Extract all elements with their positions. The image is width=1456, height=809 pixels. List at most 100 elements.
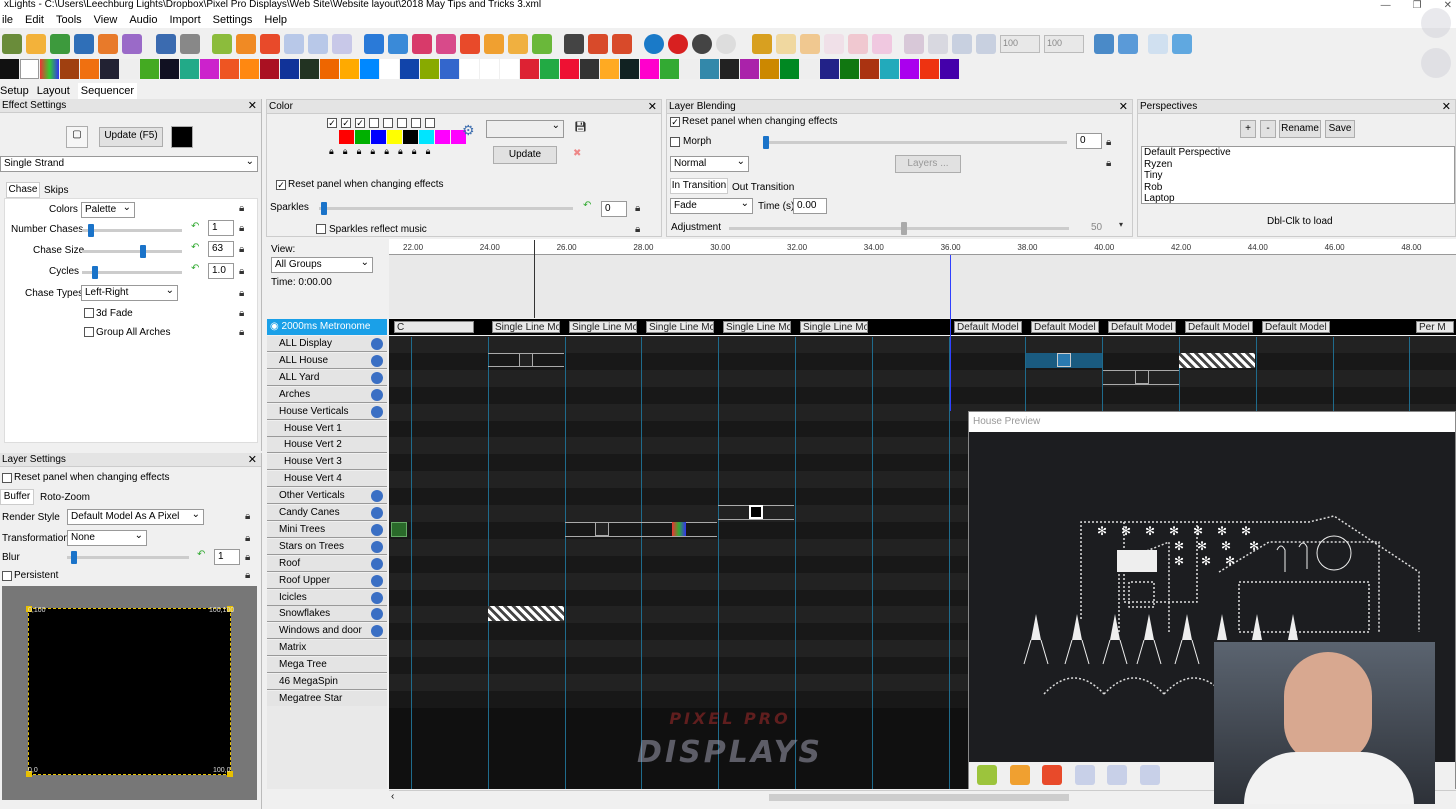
menu-edit[interactable]: Edit xyxy=(25,12,44,28)
effect-shockwave-icon[interactable] xyxy=(660,59,679,79)
effect-snowflakes-icon[interactable] xyxy=(700,59,719,79)
update-button[interactable]: Update (F5) xyxy=(99,127,163,147)
lock-icon[interactable]: 🔒︎ xyxy=(239,266,244,277)
play-icon[interactable] xyxy=(212,33,232,54)
timing-mark[interactable]: Single Line Mo xyxy=(646,321,714,333)
tree-icon[interactable] xyxy=(508,33,528,54)
lock-icon[interactable]: 🔒︎ xyxy=(245,552,250,563)
lock-icon[interactable]: 🔒︎ xyxy=(239,308,244,319)
color-swatch[interactable] xyxy=(339,130,354,144)
effect-tendril-icon[interactable] xyxy=(820,59,839,79)
timing-mark[interactable]: Single Line Mo xyxy=(723,321,791,333)
effect-block[interactable] xyxy=(565,522,717,537)
effect-circles-icon[interactable] xyxy=(100,59,119,79)
effect-lightning-icon[interactable] xyxy=(360,59,379,79)
model-row[interactable]: Mini Trees xyxy=(267,521,387,538)
blur-slider[interactable] xyxy=(67,551,189,564)
effect-shader-icon[interactable] xyxy=(620,59,639,79)
persistent-checkbox[interactable] xyxy=(2,571,12,581)
group-render-icon[interactable] xyxy=(371,625,383,638)
render-icon[interactable] xyxy=(98,33,118,54)
effect-liquid-icon[interactable] xyxy=(400,59,419,79)
settings-gear-icon[interactable] xyxy=(532,33,552,54)
download-icon[interactable] xyxy=(74,33,94,54)
fast-forward-icon[interactable] xyxy=(308,33,328,54)
menu-import[interactable]: Import xyxy=(169,12,200,28)
close-icon[interactable]: ✕ xyxy=(248,453,257,467)
list-item[interactable]: Rob xyxy=(1144,182,1454,194)
effect-garlands-icon[interactable] xyxy=(280,59,299,79)
effect-marquee-icon[interactable] xyxy=(420,59,439,79)
group-arches-checkbox[interactable] xyxy=(84,327,94,337)
group-render-icon[interactable] xyxy=(371,405,383,418)
model-row[interactable]: Megatree Star xyxy=(267,690,387,707)
colors-select[interactable]: Palette xyxy=(81,202,135,218)
effect-icon[interactable] xyxy=(672,522,686,536)
effect-meteors-icon[interactable] xyxy=(440,59,459,79)
number-chases-slider[interactable] xyxy=(82,224,182,237)
effect-icon[interactable] xyxy=(1057,353,1071,367)
chase-size-slider[interactable] xyxy=(82,245,182,258)
add-perspective-button[interactable]: + xyxy=(1240,120,1256,138)
lock-icon[interactable]: 🔒︎ xyxy=(412,146,417,157)
metronome-lane[interactable]: C Single Line Mo Single Line Mo Single L… xyxy=(389,319,1456,335)
ramp-updown-icon[interactable] xyxy=(976,33,996,54)
effect-wave-icon[interactable] xyxy=(940,59,959,79)
zoom-out-icon[interactable] xyxy=(588,33,608,54)
palette-check-8[interactable] xyxy=(425,118,435,128)
tab-layout[interactable]: Layout xyxy=(37,83,70,99)
zoom-fit-icon[interactable] xyxy=(612,33,632,54)
lock-icon[interactable]: 🔒︎ xyxy=(370,146,375,157)
palette-check-7[interactable] xyxy=(411,118,421,128)
time-input[interactable]: 0.00 xyxy=(793,198,827,214)
tab-skips[interactable]: Skips xyxy=(44,185,68,196)
ramp-up-icon[interactable] xyxy=(928,33,948,54)
transition-select[interactable]: Fade xyxy=(670,198,753,214)
window-icon[interactable] xyxy=(1148,33,1168,54)
bulb-off-icon[interactable] xyxy=(692,33,712,54)
group-render-icon[interactable] xyxy=(371,523,383,536)
blend-reset-checkbox[interactable]: ✓ xyxy=(670,117,680,127)
list-item[interactable]: Default Perspective xyxy=(1144,147,1454,159)
effect-twinkle-icon[interactable] xyxy=(880,59,899,79)
lock-icon[interactable]: 🔒︎ xyxy=(239,288,244,299)
effect-single-strand-icon[interactable] xyxy=(680,59,699,79)
effect-lane[interactable] xyxy=(389,369,1456,387)
lock-icon[interactable]: 🔒︎ xyxy=(245,533,250,544)
effect-lane[interactable] xyxy=(389,336,1456,353)
color-swatch[interactable] xyxy=(403,130,418,144)
preview-prev-icon[interactable] xyxy=(1107,765,1127,785)
lock-icon[interactable]: 🔒︎ xyxy=(635,224,640,235)
layers-button[interactable]: Layers ... xyxy=(895,155,961,173)
group-render-icon[interactable] xyxy=(371,557,383,570)
waveform-area[interactable] xyxy=(389,255,1456,318)
effect-morph-icon[interactable] xyxy=(460,59,479,79)
model-row[interactable]: ALL Yard xyxy=(267,369,387,386)
preview-first-icon[interactable] xyxy=(1075,765,1095,785)
preview-next-icon[interactable] xyxy=(1140,765,1160,785)
effect-icon[interactable] xyxy=(1135,370,1149,384)
buffer-canvas[interactable] xyxy=(28,608,231,775)
timing-mark[interactable]: Default Model xyxy=(954,321,1022,333)
timing-mark[interactable]: Default Model xyxy=(1262,321,1330,333)
metronome-label[interactable]: ◉ 2000ms Metronome xyxy=(267,319,387,335)
effect-faces-icon[interactable] xyxy=(180,59,199,79)
palette-check-4[interactable] xyxy=(369,118,379,128)
close-icon[interactable]: ✕ xyxy=(1444,0,1452,11)
twinkle-icon[interactable] xyxy=(776,33,796,54)
tab-buffer[interactable]: Buffer xyxy=(0,489,34,505)
effect-tree-icon[interactable] xyxy=(860,59,879,79)
lock-icon[interactable]: 🔒︎ xyxy=(1106,137,1111,148)
time-ruler[interactable] xyxy=(389,239,1456,255)
group-render-icon[interactable] xyxy=(371,540,383,553)
rewind-icon[interactable] xyxy=(284,33,304,54)
effect-piano-icon[interactable] xyxy=(500,59,519,79)
model-row[interactable]: ALL House xyxy=(267,352,387,369)
timing-mark[interactable]: Single Line Mo xyxy=(492,321,560,333)
effect-on-icon[interactable] xyxy=(20,59,39,79)
maximize-icon[interactable]: ❐ xyxy=(1413,0,1422,11)
transformation-select[interactable]: None xyxy=(67,530,147,546)
effect-icon[interactable] xyxy=(749,505,763,519)
group-render-icon[interactable] xyxy=(371,371,383,384)
fade3d-checkbox[interactable] xyxy=(84,308,94,318)
